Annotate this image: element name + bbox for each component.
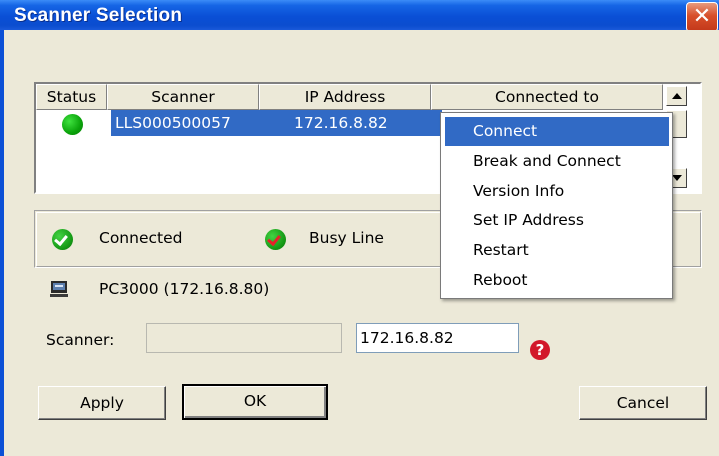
cell-scanner: LLS000500057 [115, 114, 231, 132]
cell-ip-address: 172.16.8.82 [294, 114, 388, 132]
ok-button[interactable]: OK [182, 384, 328, 420]
help-icon[interactable]: ? [530, 340, 550, 360]
arrow-down-icon [672, 175, 682, 181]
scanner-label: Scanner: [46, 331, 115, 349]
pc-label: PC3000 (172.16.8.80) [99, 280, 270, 298]
scanner-name-field [146, 323, 342, 353]
legend-busy-line-label: Busy Line [309, 229, 384, 247]
column-header-ip-address[interactable]: IP Address [259, 84, 431, 110]
column-header-scanner[interactable]: Scanner [107, 84, 259, 110]
menu-item-break-and-connect[interactable]: Break and Connect [445, 147, 669, 176]
menu-item-connect[interactable]: Connect [445, 117, 669, 146]
menu-item-version-info[interactable]: Version Info [445, 177, 669, 206]
context-menu: Connect Break and Connect Version Info S… [440, 112, 673, 299]
green-check-icon [52, 229, 73, 250]
menu-item-restart[interactable]: Restart [445, 236, 669, 265]
window-title: Scanner Selection [14, 5, 183, 26]
scroll-up-button[interactable] [666, 86, 687, 106]
close-button[interactable]: ✕ [686, 2, 718, 32]
arrow-up-icon [672, 93, 682, 99]
apply-button[interactable]: Apply [38, 386, 166, 420]
close-icon: ✕ [692, 4, 712, 29]
cancel-button[interactable]: Cancel [579, 386, 707, 420]
column-header-status[interactable]: Status [36, 84, 107, 110]
red-check-icon [265, 229, 286, 250]
status-connected-icon [62, 114, 83, 135]
menu-item-reboot[interactable]: Reboot [445, 266, 669, 295]
menu-item-set-ip-address[interactable]: Set IP Address [445, 206, 669, 235]
column-header-connected-to[interactable]: Connected to [431, 84, 663, 110]
computer-icon [50, 281, 68, 297]
legend-connected-label: Connected [99, 229, 183, 247]
title-bar[interactable]: Scanner Selection [0, 0, 719, 30]
ip-address-input[interactable]: 172.16.8.82 [356, 323, 519, 353]
